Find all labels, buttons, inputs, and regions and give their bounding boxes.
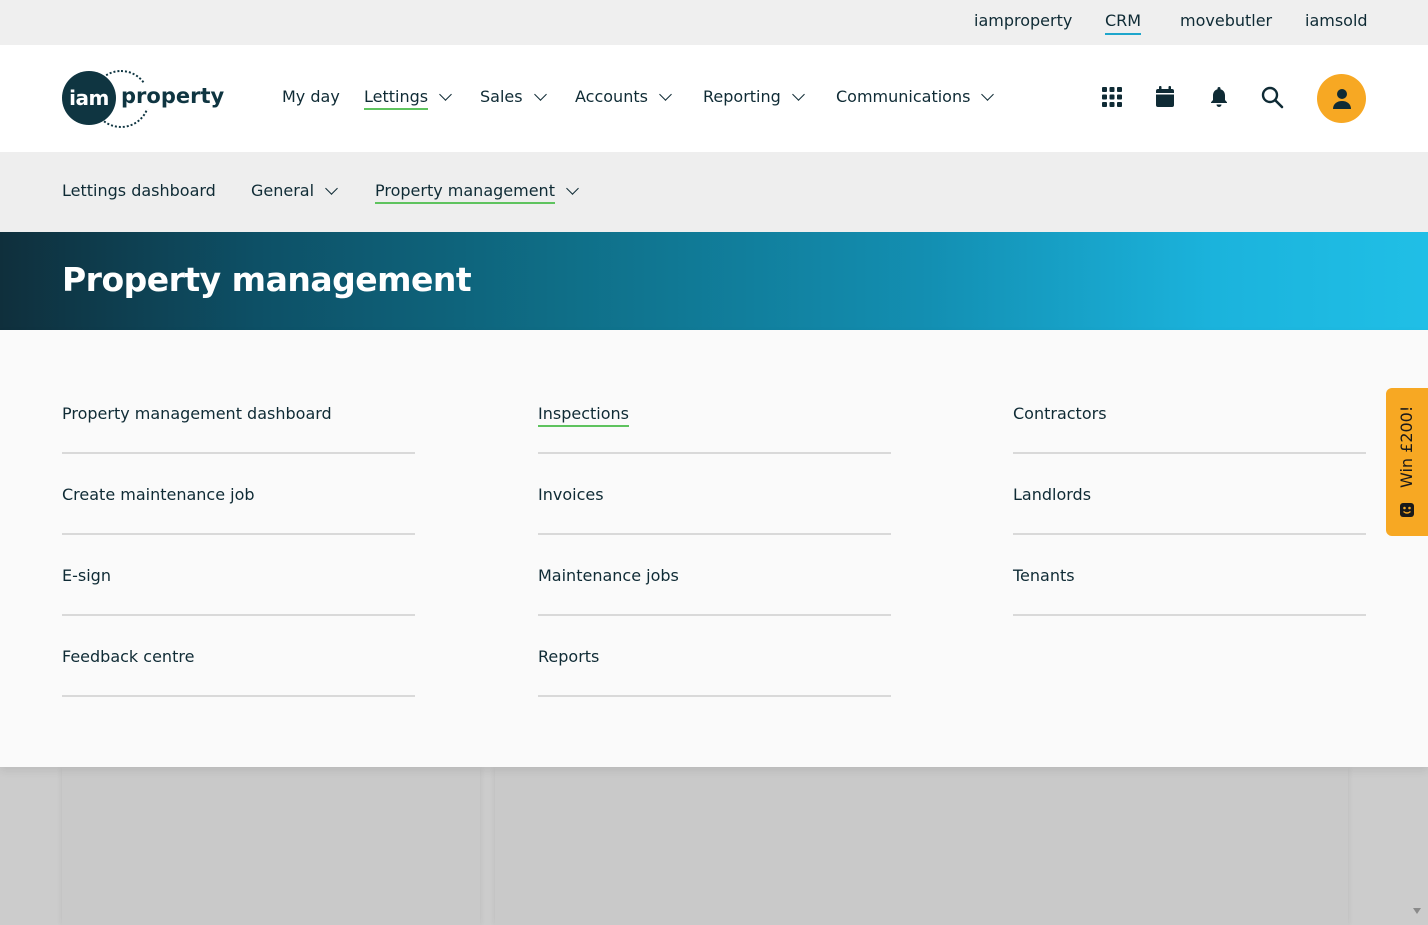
nav-communications[interactable]: Communications	[836, 86, 995, 110]
utility-link-crm[interactable]: CRM	[1105, 11, 1142, 35]
user-icon	[1332, 88, 1351, 109]
chevron-down-icon	[439, 88, 452, 101]
nav-lettings[interactable]: Lettings	[364, 86, 452, 110]
menu-item-reports[interactable]: Reports	[538, 616, 891, 697]
subnav-general-label: General	[251, 181, 315, 200]
menu-item-maintenance-jobs[interactable]: Maintenance jobs	[538, 535, 891, 616]
menu-item-property-management-dashboard[interactable]: Property management dashboard	[62, 373, 415, 454]
menu-item-label: Reports	[538, 647, 600, 666]
nav-my-day[interactable]: My day	[282, 86, 340, 110]
chevron-down-icon	[981, 88, 995, 101]
utility-link-movebutler[interactable]: movebutler	[1180, 11, 1272, 31]
page-banner: Property management	[0, 232, 1428, 330]
menu-item-label: Contractors	[1013, 404, 1107, 423]
nav-accounts[interactable]: Accounts	[575, 86, 672, 110]
sub-nav: Lettings dashboard General Property mana…	[0, 152, 1428, 232]
nav-accounts-label: Accounts	[575, 87, 648, 106]
utility-link-iamproperty[interactable]: iamproperty	[974, 11, 1072, 31]
subnav-general[interactable]: General	[251, 180, 338, 204]
menu-column-1: Property management dashboard Create mai…	[62, 373, 415, 697]
menu-item-landlords[interactable]: Landlords	[1013, 454, 1366, 535]
user-avatar-button[interactable]	[1317, 74, 1366, 123]
chevron-down-icon	[566, 182, 579, 195]
menu-item-contractors[interactable]: Contractors	[1013, 373, 1366, 454]
nav-lettings-label: Lettings	[364, 86, 429, 110]
menu-item-inspections[interactable]: Inspections	[538, 373, 891, 454]
logo-badge: iam	[62, 71, 116, 125]
win-prize-label: Win £200!	[1397, 405, 1416, 488]
chevron-down-icon	[325, 182, 338, 195]
page-title: Property management	[62, 260, 472, 299]
menu-item-tenants[interactable]: Tenants	[1013, 535, 1366, 616]
utility-bar: iamproperty CRM movebutler iamsold	[0, 0, 1428, 45]
main-header: iam property My day Lettings Sales Accou…	[0, 45, 1428, 152]
chevron-down-icon	[791, 88, 805, 101]
menu-item-e-sign[interactable]: E-sign	[62, 535, 415, 616]
overlay-backdrop[interactable]	[0, 767, 1428, 925]
page: iamproperty CRM movebutler iamsold iam p…	[0, 0, 1428, 925]
utility-link-iamsold[interactable]: iamsold	[1305, 11, 1368, 31]
menu-item-label: Maintenance jobs	[538, 566, 679, 585]
logo-wordmark: property	[120, 83, 226, 109]
nav-my-day-label: My day	[282, 87, 340, 106]
iamproperty-logo[interactable]: iam property	[62, 70, 226, 128]
menu-item-label: Create maintenance job	[62, 485, 255, 504]
apps-grid-icon[interactable]	[1100, 85, 1124, 109]
menu-item-label: Invoices	[538, 485, 604, 504]
chevron-down-icon	[659, 88, 672, 101]
menu-item-label: Inspections	[538, 403, 629, 427]
menu-item-label: Landlords	[1013, 485, 1092, 504]
search-icon[interactable]	[1260, 85, 1284, 109]
menu-item-label: E-sign	[62, 566, 111, 585]
chevron-down-icon	[533, 88, 547, 101]
menu-item-invoices[interactable]: Invoices	[538, 454, 891, 535]
nav-sales[interactable]: Sales	[480, 86, 547, 110]
subnav-property-management[interactable]: Property management	[375, 180, 579, 204]
menu-item-label: Property management dashboard	[62, 404, 332, 423]
chat-icon	[1400, 503, 1414, 517]
menu-item-create-maintenance-job[interactable]: Create maintenance job	[62, 454, 415, 535]
win-prize-tab[interactable]: Win £200!	[1386, 388, 1428, 536]
calendar-icon[interactable]	[1153, 85, 1177, 109]
nav-reporting[interactable]: Reporting	[703, 86, 805, 110]
bell-icon[interactable]	[1207, 85, 1231, 109]
menu-item-feedback-centre[interactable]: Feedback centre	[62, 616, 415, 697]
menu-item-label: Feedback centre	[62, 647, 195, 666]
nav-reporting-label: Reporting	[703, 87, 781, 106]
subnav-lettings-dashboard[interactable]: Lettings dashboard	[62, 180, 216, 204]
background-card	[495, 767, 1348, 925]
menu-column-3: Contractors Landlords Tenants	[1013, 373, 1366, 616]
nav-communications-label: Communications	[836, 87, 971, 106]
scroll-down-arrow-icon[interactable]	[1411, 905, 1423, 917]
menu-column-2: Inspections Invoices Maintenance jobs Re…	[538, 373, 891, 697]
subnav-lettings-dashboard-label: Lettings dashboard	[62, 181, 216, 200]
background-card	[62, 767, 480, 925]
menu-item-label: Tenants	[1013, 566, 1075, 585]
nav-sales-label: Sales	[480, 87, 523, 106]
subnav-property-management-label: Property management	[375, 180, 555, 204]
property-management-menu-panel: Property management dashboard Create mai…	[0, 330, 1428, 767]
